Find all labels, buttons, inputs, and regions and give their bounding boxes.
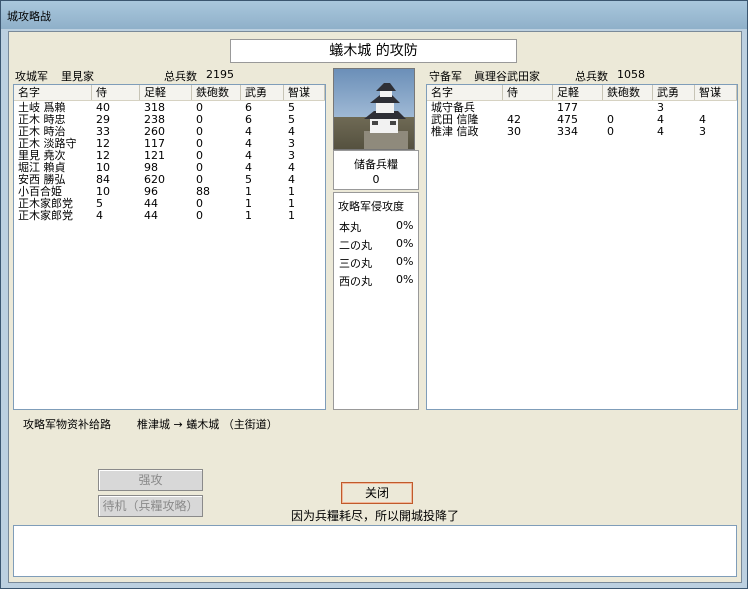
- window-title: 城攻略战: [7, 10, 51, 23]
- attacker-row[interactable]: 正木家郎党 4 44 0 1 1: [14, 210, 325, 222]
- cell-ashigaru: 334: [557, 125, 578, 138]
- cell-valor: 4: [657, 125, 664, 138]
- col-valor[interactable]: 武勇: [241, 85, 284, 100]
- cell-guns: 0: [607, 125, 614, 138]
- attacker-total-label: 总兵数: [164, 70, 197, 83]
- invasion-area: 二の丸: [339, 239, 372, 252]
- invasion-label: 攻略军侵攻度: [338, 200, 404, 213]
- invasion-value: 0%: [396, 255, 414, 268]
- col-name[interactable]: 名字: [427, 85, 503, 100]
- defender-total: 1058: [617, 68, 645, 81]
- castle-icon: [364, 83, 408, 149]
- status-message: 因为兵糧耗尽，所以開城投降了: [291, 509, 460, 523]
- invasion-area: 三の丸: [339, 257, 372, 270]
- col-ashigaru[interactable]: 足軽: [140, 85, 192, 100]
- cell-samurai: 30: [507, 125, 521, 138]
- defender-total-label: 总兵数: [575, 70, 608, 83]
- invasion-area: 西の丸: [339, 275, 372, 288]
- cell-name: 椎津 信政: [431, 125, 479, 138]
- invasion-value: 0%: [396, 273, 414, 286]
- castle-image: [333, 68, 415, 150]
- defender-list-header: 名字 侍 足軽 鉄砲数 武勇 智谋: [427, 85, 737, 101]
- defender-label: 守备军: [429, 70, 462, 83]
- cell-valor: 1: [245, 209, 252, 222]
- siege-panel: 蟻木城 的攻防 攻城军 里見家 总兵数 2195 名字 侍 足軽 鉄砲数 武勇 …: [8, 31, 742, 583]
- message-log[interactable]: [13, 525, 737, 577]
- invasion-panel: 攻略军侵攻度 本丸 0% 二の丸 0% 三の丸 0% 西の丸 0%: [333, 192, 419, 410]
- defender-row[interactable]: 椎津 信政 30 334 0 4 3: [427, 126, 737, 138]
- col-wit[interactable]: 智谋: [695, 85, 737, 100]
- cell-guns: 0: [196, 209, 203, 222]
- close-button[interactable]: 关闭: [341, 482, 413, 504]
- battle-title: 蟻木城 的攻防: [230, 39, 517, 63]
- assault-button[interactable]: 强攻: [98, 469, 203, 491]
- cell-wit: 3: [699, 125, 706, 138]
- attacker-list[interactable]: 名字 侍 足軽 鉄砲数 武勇 智谋 土岐 爲賴 40 318 0 6 5 正木 時忠 29 23…: [13, 84, 326, 410]
- reserve-label: 储备兵糧: [354, 158, 398, 171]
- wait-button[interactable]: 待机（兵糧攻略）: [98, 495, 203, 517]
- col-valor[interactable]: 武勇: [653, 85, 695, 100]
- col-samurai[interactable]: 侍: [92, 85, 140, 100]
- siege-window: 城攻略战 蟻木城 的攻防 攻城军 里見家 总兵数 2195 名字 侍 足軽 鉄砲…: [0, 0, 748, 589]
- attacker-total: 2195: [206, 68, 234, 81]
- col-guns[interactable]: 鉄砲数: [192, 85, 241, 100]
- cell-samurai: 4: [96, 209, 103, 222]
- attacker-label: 攻城军: [15, 70, 48, 83]
- col-wit[interactable]: 智谋: [284, 85, 325, 100]
- attacker-clan: 里見家: [61, 70, 94, 83]
- col-name[interactable]: 名字: [14, 85, 92, 100]
- cell-ashigaru: 44: [144, 209, 158, 222]
- col-guns[interactable]: 鉄砲数: [603, 85, 653, 100]
- reserve-panel: 储备兵糧 0: [333, 150, 419, 190]
- supply-label: 攻略军物资补给路: [23, 418, 111, 431]
- reserve-value: 0: [372, 173, 380, 186]
- col-ashigaru[interactable]: 足軽: [553, 85, 603, 100]
- invasion-value: 0%: [396, 237, 414, 250]
- defender-clan: 眞理谷武田家: [474, 70, 540, 83]
- supply-route: 椎津城 → 蟻木城 （主街道）: [137, 418, 278, 431]
- title-bar[interactable]: 城攻略战: [1, 1, 747, 29]
- invasion-area: 本丸: [339, 221, 361, 234]
- invasion-value: 0%: [396, 219, 414, 232]
- col-samurai[interactable]: 侍: [503, 85, 553, 100]
- cell-wit: 1: [288, 209, 295, 222]
- defender-list[interactable]: 名字 侍 足軽 鉄砲数 武勇 智谋 城守备兵 177 3 武田 信隆 42 475 0 4 4 椎…: [426, 84, 738, 410]
- cell-name: 正木家郎党: [18, 209, 73, 222]
- attacker-list-header: 名字 侍 足軽 鉄砲数 武勇 智谋: [14, 85, 325, 101]
